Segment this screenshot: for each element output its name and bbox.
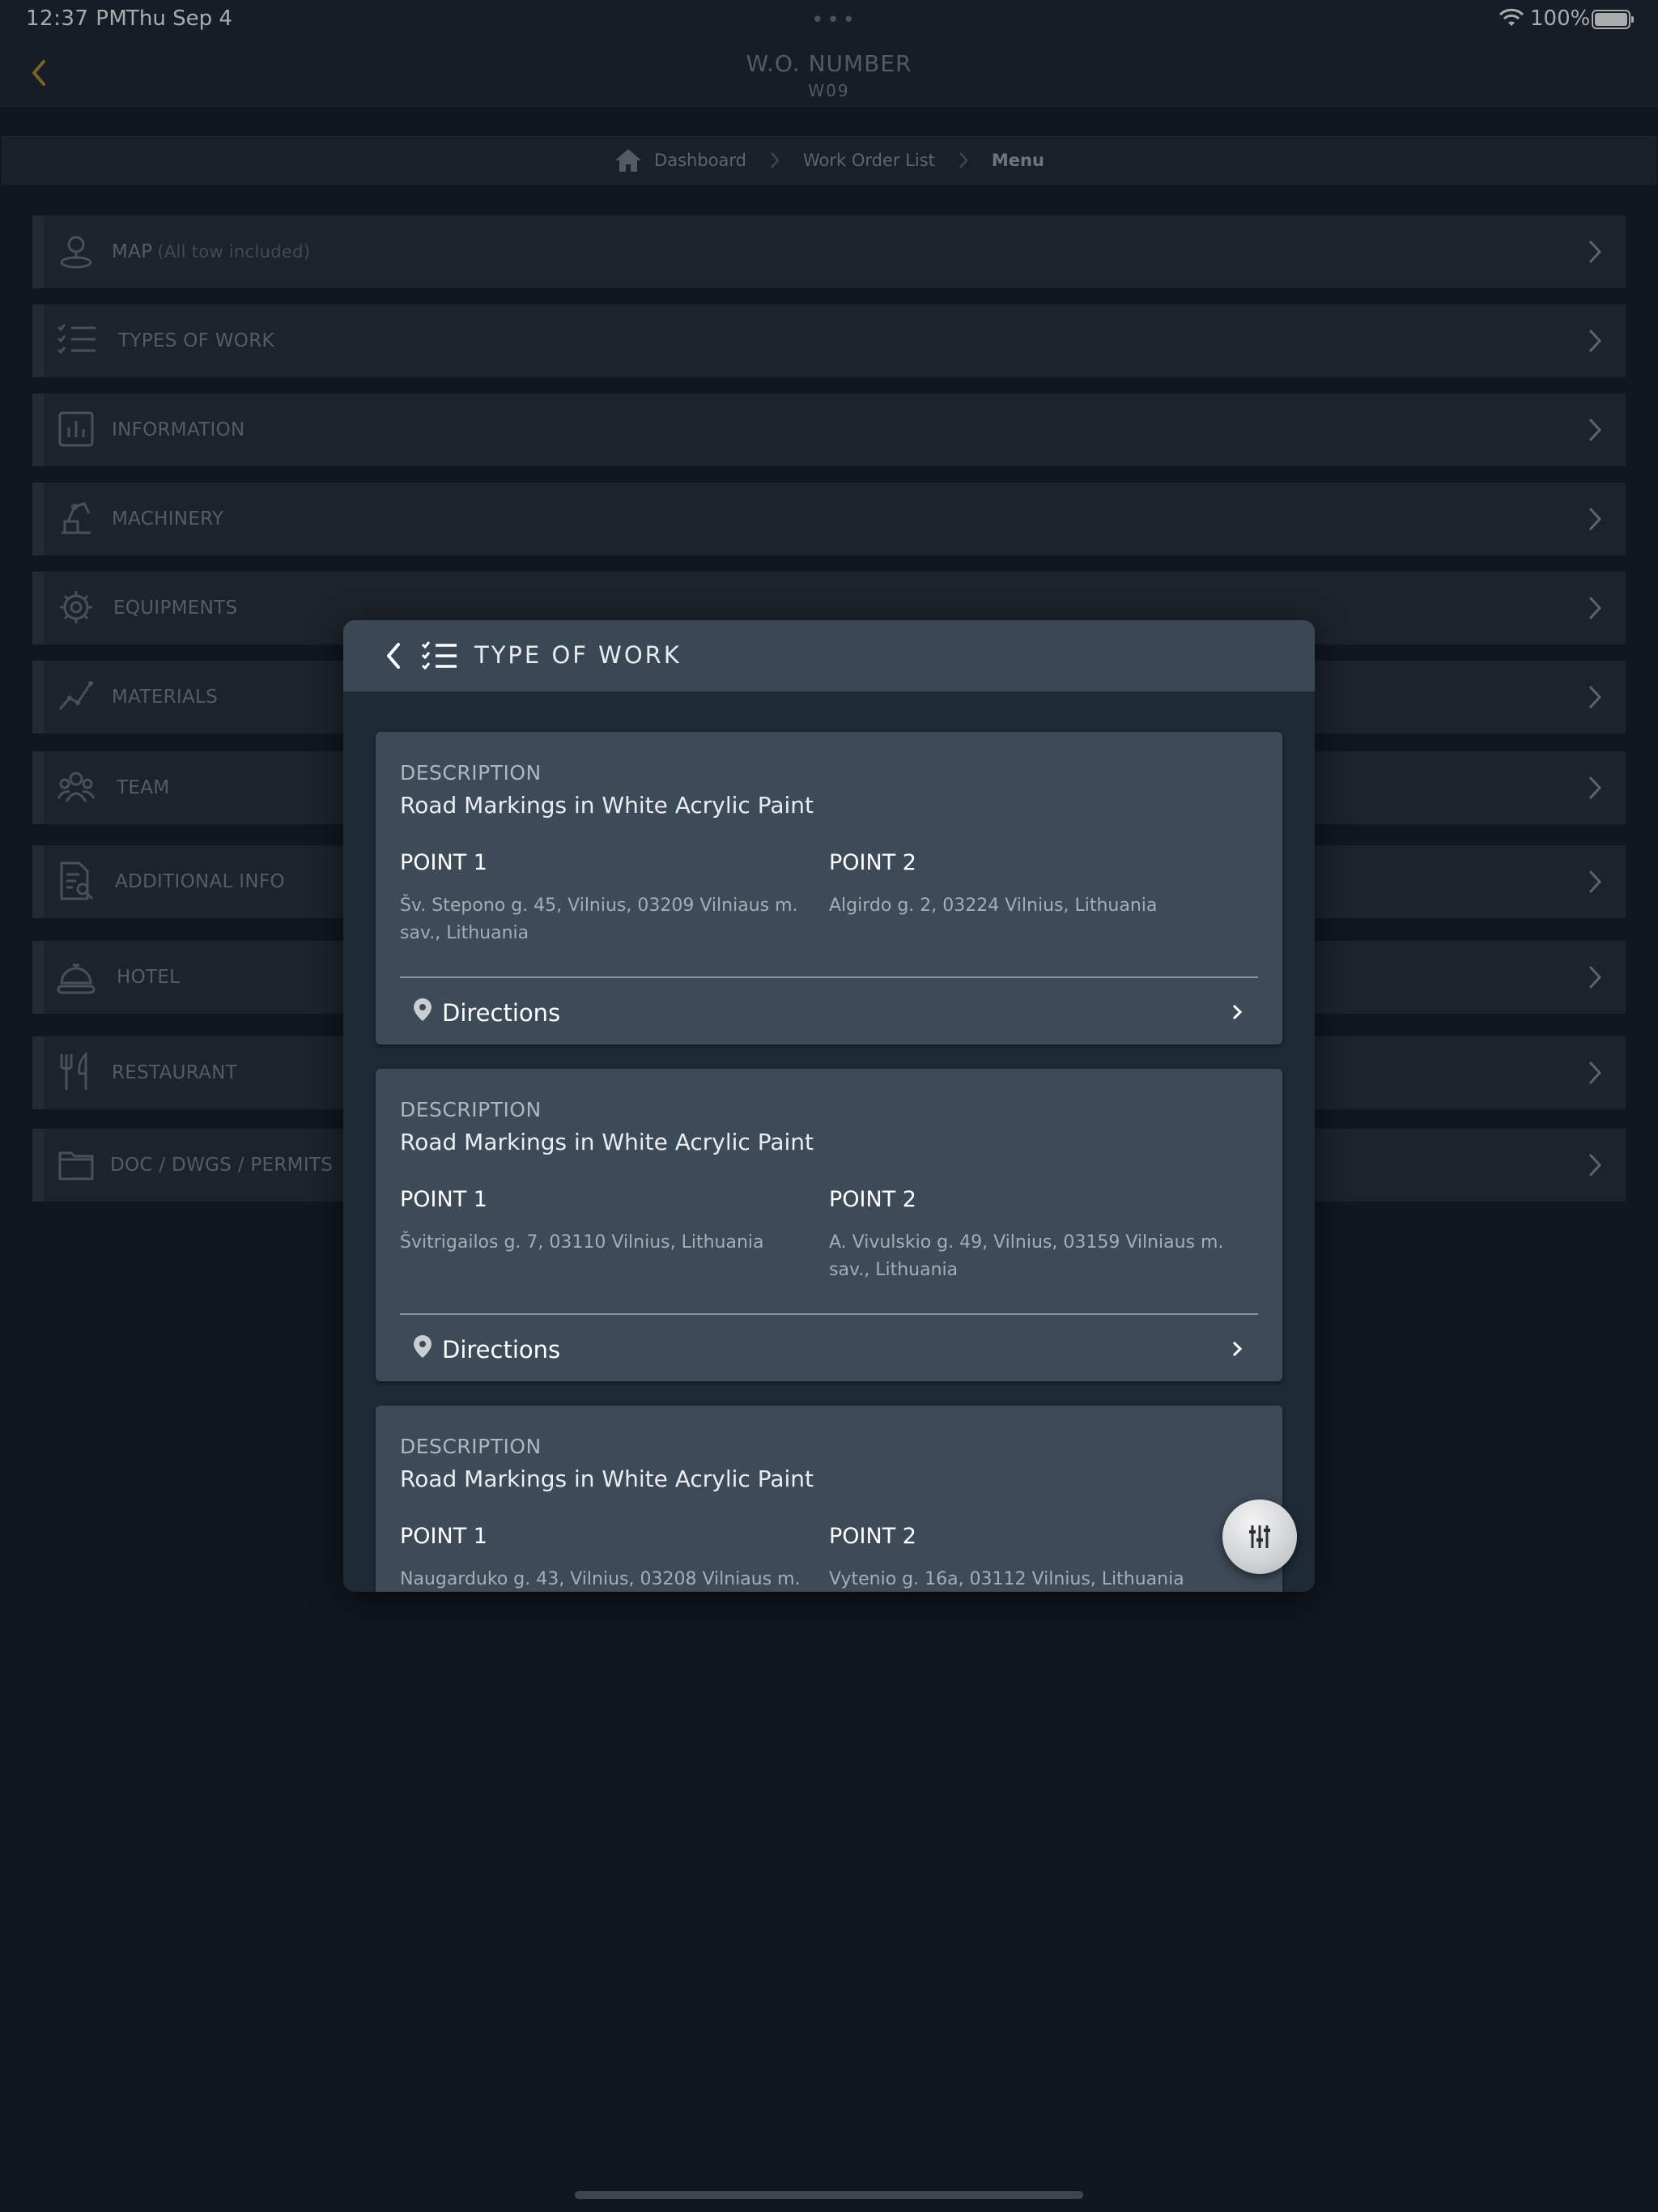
point2-address: Algirdo g. 2, 03224 Vilnius, Lithuania (829, 895, 1158, 916)
chevron-right-icon (1232, 1004, 1242, 1020)
directions-label: Directions (442, 1336, 561, 1363)
work-card: DESCRIPTION Road Markings in White Acryl… (376, 732, 1282, 1044)
point1-label: POINT 1 (400, 850, 487, 875)
point1-address: Naugarduko g. 43, Vilnius, 03208 Vilniau… (400, 1569, 801, 1589)
filter-fab-button[interactable] (1222, 1499, 1297, 1574)
directions-button[interactable]: Directions (400, 985, 1258, 1036)
modal-header: TYPE OF WORK (343, 620, 1315, 691)
description-label: DESCRIPTION (400, 1435, 542, 1458)
work-card: DESCRIPTION Road Markings in White Acryl… (376, 1406, 1282, 1592)
divider (400, 1313, 1258, 1315)
modal-back-button[interactable] (376, 638, 411, 674)
description-value: Road Markings in White Acrylic Paint (400, 792, 814, 819)
divider (400, 976, 1258, 978)
type-of-work-modal: TYPE OF WORK DESCRIPTION Road Markings i… (343, 620, 1315, 1592)
point2-address: A. Vivulskio g. 49, Vilnius, 03159 Vilni… (829, 1232, 1224, 1280)
description-value: Road Markings in White Acrylic Paint (400, 1465, 814, 1492)
point1-address: Švitrigailos g. 7, 03110 Vilnius, Lithua… (400, 1232, 764, 1253)
sliders-icon (1249, 1525, 1270, 1548)
work-card: DESCRIPTION Road Markings in White Acryl… (376, 1069, 1282, 1381)
point1-address: Šv. Stepono g. 45, Vilnius, 03209 Vilnia… (400, 895, 798, 943)
point2-address: Vytenio g. 16a, 03112 Vilnius, Lithuania (829, 1569, 1184, 1589)
point1-label: POINT 1 (400, 1524, 487, 1549)
modal-title: TYPE OF WORK (474, 641, 682, 669)
home-indicator[interactable] (575, 2191, 1083, 2199)
checklist-icon (421, 641, 457, 670)
chevron-right-icon (1232, 1341, 1242, 1357)
description-label: DESCRIPTION (400, 1098, 542, 1121)
description-value: Road Markings in White Acrylic Paint (400, 1129, 814, 1155)
chevron-left-icon (387, 643, 400, 669)
directions-label: Directions (442, 999, 561, 1027)
point1-label: POINT 1 (400, 1187, 487, 1212)
location-pin-icon (414, 1335, 432, 1358)
point2-label: POINT 2 (829, 1187, 916, 1212)
point2-label: POINT 2 (829, 850, 916, 875)
point2-label: POINT 2 (829, 1524, 916, 1549)
location-pin-icon (414, 998, 432, 1021)
description-label: DESCRIPTION (400, 761, 542, 785)
directions-button[interactable]: Directions (400, 1321, 1258, 1373)
